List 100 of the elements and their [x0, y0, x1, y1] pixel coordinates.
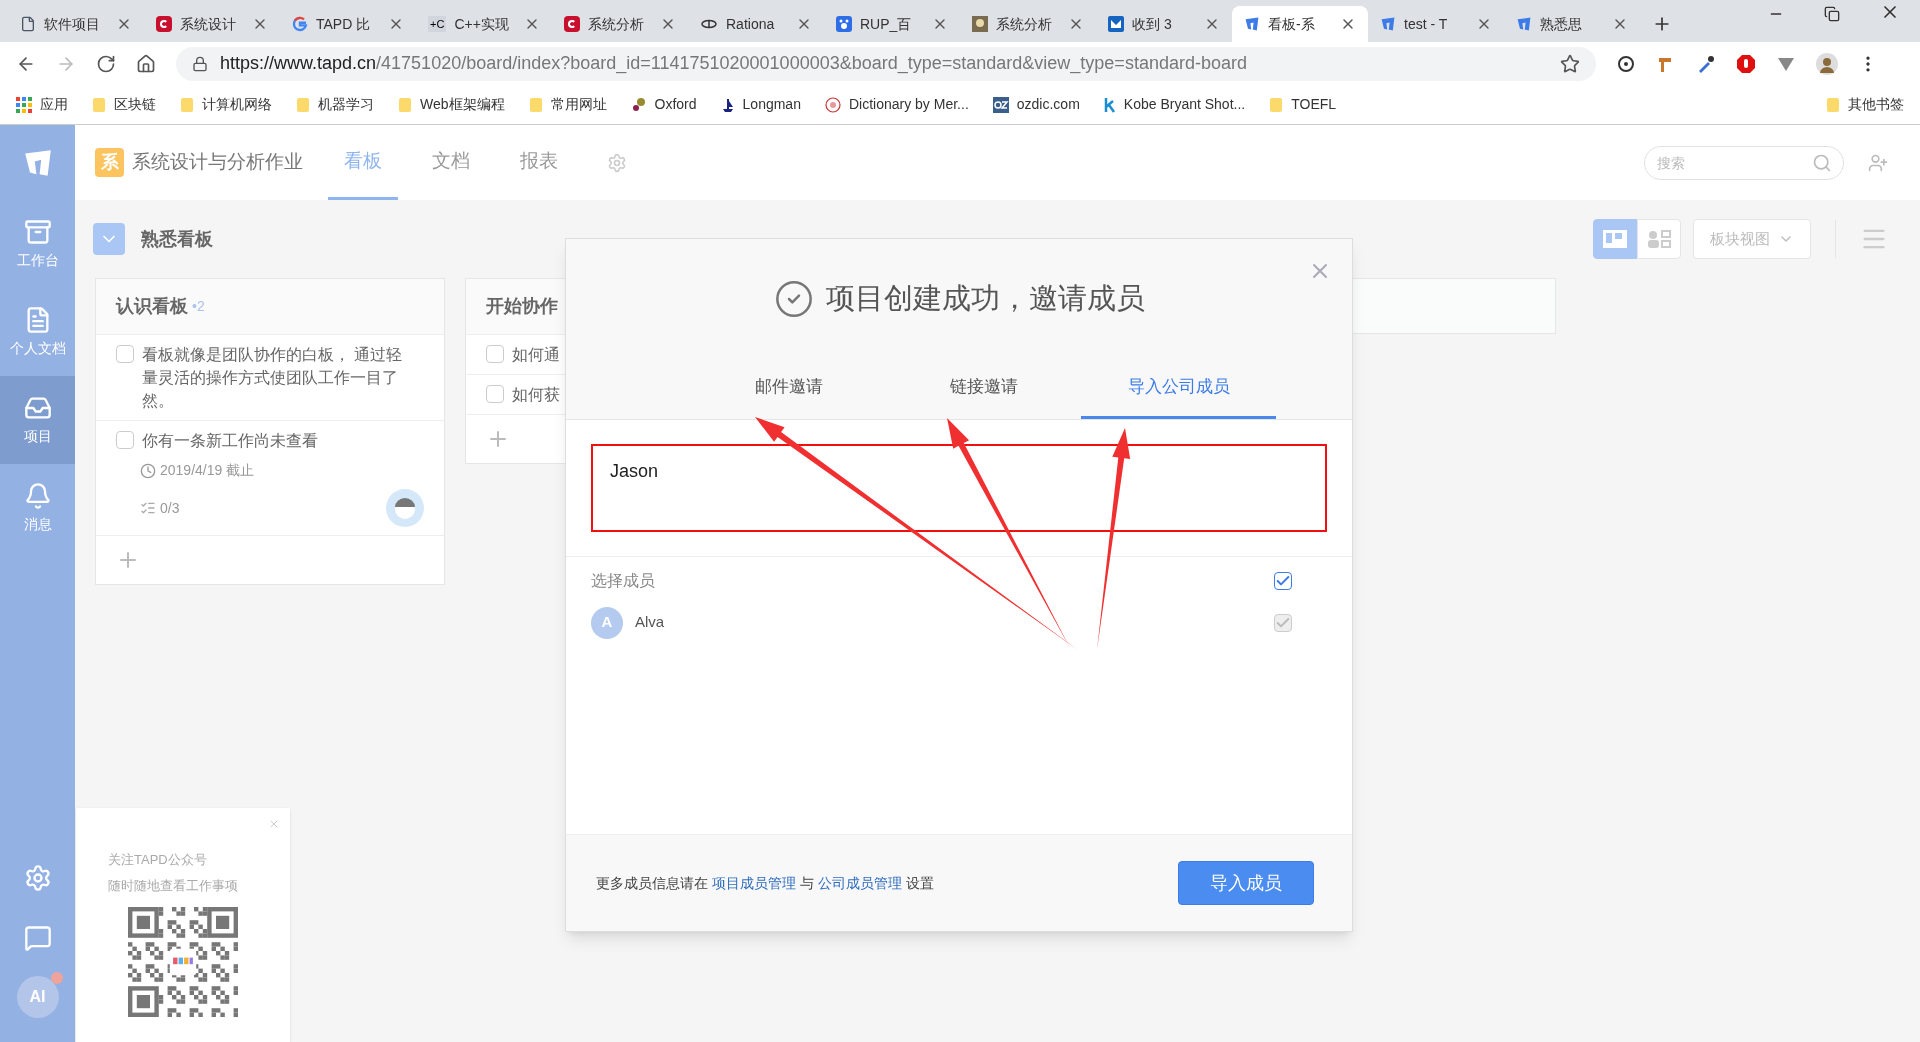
page-icon: [20, 16, 36, 32]
bookmark[interactable]: Longman: [720, 94, 801, 115]
footer-link[interactable]: 公司成员管理: [817, 874, 902, 891]
card-text: 你有一条新工作尚未查看: [142, 431, 319, 451]
archive-icon: [23, 217, 52, 246]
card-text: 如何获: [512, 385, 560, 405]
address-bar[interactable]: https://www.tapd.cn/41751020/board/index?board_id=1141751020001000003&board_type=standard&view_type=standard-board: [176, 46, 1596, 81]
card-text: 如何通: [512, 345, 560, 365]
folder-icon: [398, 96, 412, 113]
dots-icon: [630, 96, 647, 113]
bookmark[interactable]: Oxford: [630, 94, 697, 115]
select-label: 选择成员: [591, 570, 655, 591]
stop-sign-icon[interactable]: [1736, 53, 1756, 74]
check-circle-icon: [773, 278, 814, 319]
tab-title: 熟悉思: [1540, 14, 1583, 34]
folder-icon: [180, 96, 194, 113]
browser-tab[interactable]: 系统分析: [960, 6, 1096, 42]
tapd-logo-icon: [1244, 16, 1260, 32]
checkbox[interactable]: [486, 385, 504, 403]
browser-tab[interactable]: test - T: [1368, 6, 1504, 42]
restore-icon[interactable]: [1824, 6, 1840, 22]
bookmark[interactable]: TOEFL: [1269, 94, 1337, 115]
tab-title: Rationa: [726, 14, 776, 34]
browser-tab[interactable]: 系统设计: [144, 6, 280, 42]
browser-tab[interactable]: 系统分析: [552, 6, 688, 42]
search-field[interactable]: 搜索: [1644, 145, 1844, 180]
c-logo-icon: [156, 16, 172, 32]
member-avatar: A: [591, 606, 623, 639]
task-card[interactable]: 看板就像是团队协作的白板， 通过轻量灵活的操作方式使团队工作一目了然。: [96, 335, 444, 421]
browser-tab[interactable]: 熟悉思: [1504, 6, 1640, 42]
c-logo-icon: [564, 16, 580, 32]
popup-text: 关注TAPD公众号: [108, 851, 208, 869]
project-badge: 系: [95, 148, 124, 177]
task-card[interactable]: 如何获: [466, 375, 565, 415]
view-toggle[interactable]: [1593, 219, 1637, 259]
bookmark[interactable]: Dictionary by Mer...: [824, 94, 969, 115]
tapd-logo-icon: [1516, 16, 1532, 32]
subtask-count: 0/3: [160, 498, 180, 518]
tab-title: 看板-系: [1268, 14, 1316, 34]
card-count: •2: [192, 297, 205, 316]
bee-icon: [700, 18, 718, 30]
tab-title: 软件项目: [44, 14, 101, 34]
footer-link[interactable]: 项目成员管理: [711, 874, 796, 891]
bookmark-star-icon[interactable]: [1560, 53, 1580, 74]
checkbox[interactable]: [1274, 571, 1292, 590]
lock-icon: [192, 55, 208, 72]
search-icon: [1812, 152, 1832, 173]
profile-avatar-icon[interactable]: [1816, 52, 1838, 75]
mail-icon: [1108, 16, 1124, 32]
tab-title: TAPD 比: [316, 14, 372, 34]
apps-grid-icon: [16, 96, 32, 113]
tab-title: 系统分析: [996, 14, 1053, 34]
task-card[interactable]: 如何通: [466, 335, 565, 375]
folder-icon: [1826, 96, 1840, 113]
square-logo-icon: [992, 96, 1009, 113]
clock-icon: [140, 462, 156, 479]
k-shape-icon: [1103, 96, 1116, 113]
board-title: 熟悉看板: [141, 227, 213, 251]
footer-note: 更多成员信息请在 项目成员管理 与 公司成员管理 设置: [596, 873, 934, 893]
bookmark[interactable]: 机器学习: [296, 94, 374, 115]
member-view-icon: [1647, 229, 1671, 249]
bookmark[interactable]: ozdic.com: [992, 94, 1080, 115]
browser-tab[interactable]: Rationa: [688, 6, 824, 42]
checkbox[interactable]: [116, 431, 134, 449]
checkbox[interactable]: [116, 345, 134, 363]
reload-icon[interactable]: [96, 53, 116, 74]
due-date: 2019/4/19 截止: [160, 461, 255, 480]
sync-icon[interactable]: [1616, 53, 1636, 74]
other-bookmarks[interactable]: 其他书签: [1826, 94, 1904, 115]
bookmark[interactable]: 应用: [16, 94, 68, 115]
photo-icon: [972, 16, 988, 32]
collapse-toggle[interactable]: [93, 223, 125, 255]
member-input-field[interactable]: Jason: [591, 443, 1327, 532]
checkbox[interactable]: [486, 345, 504, 363]
bookmark[interactable]: 区块链: [92, 94, 156, 115]
browser-tab[interactable]: 收到 3: [1096, 6, 1232, 42]
bookmark[interactable]: 计算机网络: [180, 94, 272, 115]
bookmark[interactable]: 常用网址: [528, 94, 607, 115]
browser-tab[interactable]: TAPD 比: [280, 6, 416, 42]
tab-title: test - T: [1404, 14, 1449, 34]
dialog-title: 项目创建成功，邀请成员: [825, 281, 1145, 316]
round-logo-icon: [824, 96, 841, 113]
bookmark[interactable]: Web框架编程: [398, 94, 505, 115]
popup-text: 随时随地查看工作事项: [108, 876, 239, 895]
view-toggle[interactable]: [1637, 219, 1681, 259]
browser-tab[interactable]: RUP_百: [824, 6, 960, 42]
home-icon[interactable]: [136, 53, 156, 74]
invite-tab[interactable]: 邮件邀请: [691, 358, 886, 419]
invite-tab[interactable]: 链接邀请: [886, 358, 1081, 419]
member-name: Alva: [635, 612, 666, 633]
g-logo-icon: [292, 16, 308, 32]
checklist-icon: [140, 500, 156, 516]
browser-tab[interactable]: 软件项目: [8, 6, 144, 42]
folder-icon: [528, 96, 543, 113]
bell-icon: [23, 481, 52, 510]
browser-tab[interactable]: 看板-系: [1232, 6, 1368, 42]
browser-tab[interactable]: +C C++实现: [416, 6, 552, 42]
invite-tab[interactable]: 导入公司成员: [1081, 358, 1276, 419]
task-card[interactable]: 你有一条新工作尚未查看 2019/4/19 截止 0/3: [96, 421, 444, 536]
bookmark[interactable]: Kobe Bryant Shot...: [1103, 94, 1246, 115]
